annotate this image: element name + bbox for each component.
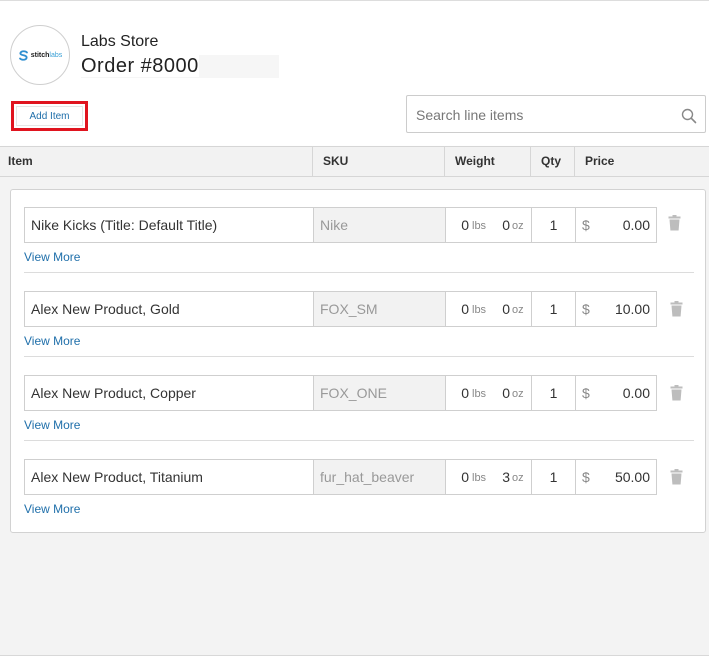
currency-symbol: $ [582, 469, 590, 485]
weight-oz-unit: oz [512, 304, 524, 316]
weight-lbs-unit: lbs [472, 304, 487, 316]
delete-item-icon[interactable] [670, 385, 683, 401]
column-header: Item SKU Weight Qty Price [0, 146, 709, 177]
weight-oz-value[interactable]: 0 [502, 208, 510, 242]
column-header-weight: Weight [455, 154, 495, 168]
column-separator [574, 147, 575, 176]
weight-oz-unit: oz [512, 220, 524, 232]
price-field[interactable]: $ 10.00 [575, 291, 657, 327]
column-header-sku: SKU [323, 154, 349, 168]
quantity-field[interactable]: 1 [531, 375, 576, 411]
price-value[interactable]: 0.00 [623, 208, 650, 242]
sku-field: Nike [313, 207, 446, 243]
price-field[interactable]: $ 0.00 [575, 375, 657, 411]
weight-oz-unit: oz [512, 388, 524, 400]
line-item-row: Alex New Product, Gold FOX_SM 0 lbs 0 oz… [11, 274, 707, 358]
price-field[interactable]: $ 0.00 [575, 207, 657, 243]
weight-oz-value[interactable]: 0 [502, 292, 510, 326]
weight-oz-value[interactable]: 3 [502, 460, 510, 494]
weight-oz-value[interactable]: 0 [502, 376, 510, 410]
sku-field: fur_hat_beaver [313, 459, 446, 495]
column-header-item: Item [8, 154, 33, 168]
bottom-border [0, 655, 709, 656]
currency-symbol: $ [582, 301, 590, 317]
weight-field[interactable]: 0 lbs 3 oz [445, 459, 532, 495]
search-icon[interactable] [681, 108, 697, 124]
view-more-link[interactable]: View More [24, 334, 80, 348]
logo-wordmark: stitchlabs [30, 51, 63, 59]
view-more-link[interactable]: View More [24, 418, 80, 432]
price-value[interactable]: 0.00 [623, 376, 650, 410]
row-divider [24, 356, 694, 357]
weight-lbs-unit: lbs [472, 388, 487, 400]
view-more-link[interactable]: View More [24, 250, 80, 264]
price-field[interactable]: $ 50.00 [575, 459, 657, 495]
stitch-logo-icon [18, 49, 29, 61]
store-name: Labs Store [81, 33, 159, 50]
weight-field[interactable]: 0 lbs 0 oz [445, 207, 532, 243]
line-item-row: Alex New Product, Titanium fur_hat_beave… [11, 442, 707, 526]
quantity-field[interactable]: 1 [531, 459, 576, 495]
weight-lbs-value[interactable]: 0 [461, 208, 469, 242]
delete-item-icon[interactable] [670, 469, 683, 485]
weight-lbs-value[interactable]: 0 [461, 292, 469, 326]
weight-lbs-value[interactable]: 0 [461, 376, 469, 410]
quantity-field[interactable]: 1 [531, 291, 576, 327]
column-separator [444, 147, 445, 176]
item-name-field[interactable]: Alex New Product, Copper [24, 375, 314, 411]
column-header-qty: Qty [541, 154, 562, 168]
delete-item-icon[interactable] [668, 215, 681, 231]
row-divider [24, 272, 694, 273]
search-input[interactable] [416, 105, 671, 125]
store-logo: stitchlabs [10, 25, 70, 85]
line-item-row: Nike Kicks (Title: Default Title) Nike 0… [11, 190, 707, 274]
price-value[interactable]: 10.00 [615, 292, 650, 326]
weight-lbs-unit: lbs [472, 220, 487, 232]
item-name-field[interactable]: Alex New Product, Titanium [24, 459, 314, 495]
currency-symbol: $ [582, 385, 590, 401]
weight-lbs-unit: lbs [472, 472, 487, 484]
top-border [0, 0, 709, 1]
delete-item-icon[interactable] [670, 301, 683, 317]
weight-field[interactable]: 0 lbs 0 oz [445, 291, 532, 327]
weight-field[interactable]: 0 lbs 0 oz [445, 375, 532, 411]
sku-field: FOX_SM [313, 291, 446, 327]
sku-field: FOX_ONE [313, 375, 446, 411]
currency-symbol: $ [582, 217, 590, 233]
add-item-button[interactable]: Add Item [16, 106, 83, 126]
column-separator [312, 147, 313, 176]
weight-lbs-value[interactable]: 0 [461, 460, 469, 494]
view-more-link[interactable]: View More [24, 502, 80, 516]
search-box [406, 95, 706, 133]
item-name-field[interactable]: Nike Kicks (Title: Default Title) [24, 207, 314, 243]
quantity-field[interactable]: 1 [531, 207, 576, 243]
column-separator [530, 147, 531, 176]
weight-oz-unit: oz [512, 472, 524, 484]
column-header-price: Price [585, 154, 615, 168]
item-name-field[interactable]: Alex New Product, Gold [24, 291, 314, 327]
row-divider [24, 440, 694, 441]
line-item-row: Alex New Product, Copper FOX_ONE 0 lbs 0… [11, 358, 707, 442]
price-value[interactable]: 50.00 [615, 460, 650, 494]
page-title: Order #8000 [81, 55, 279, 78]
line-items-card: Nike Kicks (Title: Default Title) Nike 0… [10, 189, 706, 533]
